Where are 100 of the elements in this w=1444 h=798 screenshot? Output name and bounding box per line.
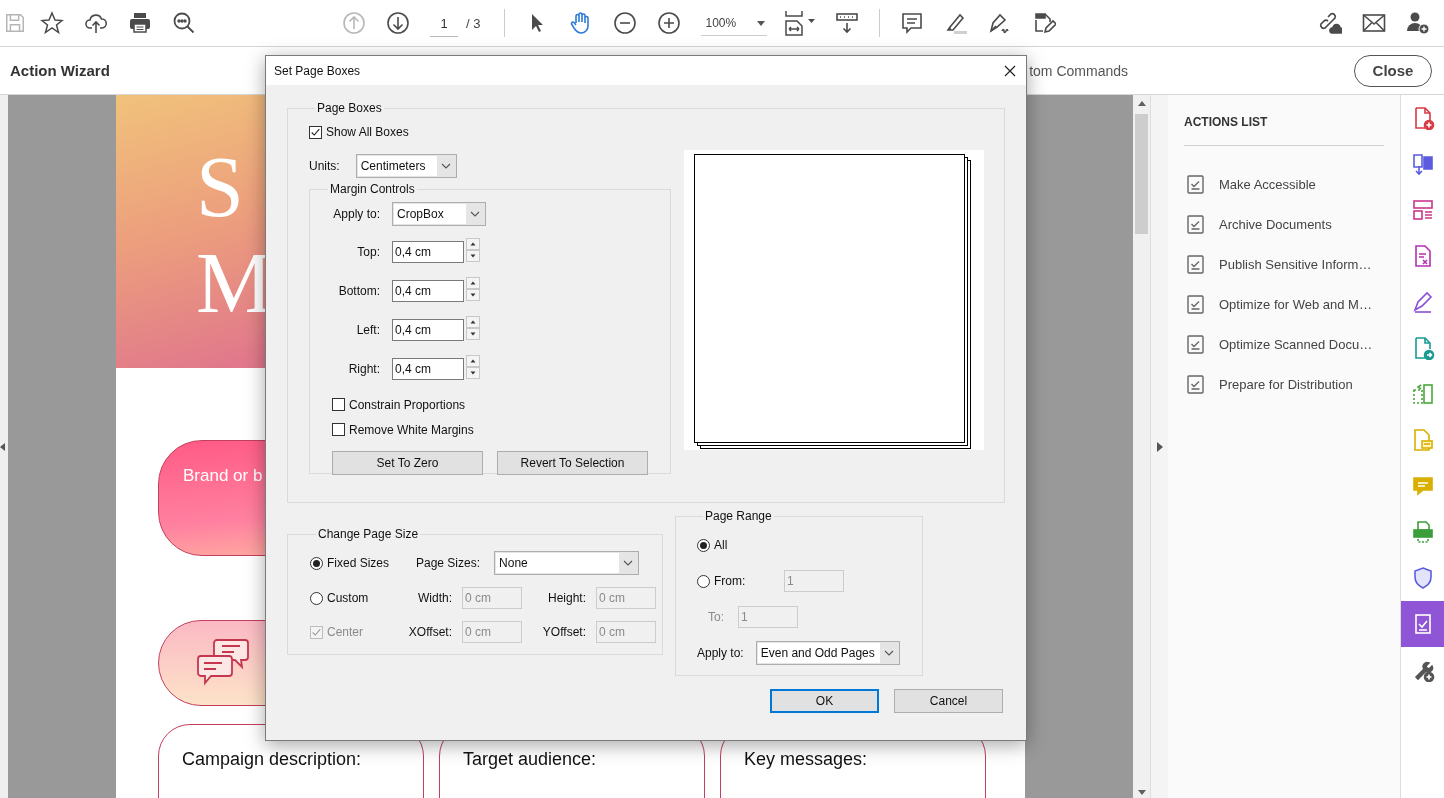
page-count: / 3 bbox=[466, 15, 481, 31]
zoom-dropdown[interactable]: 100% bbox=[701, 10, 768, 36]
scroll-mode-icon[interactable] bbox=[835, 11, 860, 35]
search-icon[interactable] bbox=[172, 11, 196, 35]
card-heading: Target audience: bbox=[463, 749, 597, 769]
dropdown[interactable]: CropBox bbox=[392, 202, 486, 226]
action-item[interactable]: Make Accessible bbox=[1219, 176, 1316, 192]
scroll-up-icon[interactable] bbox=[1137, 101, 1146, 106]
mail-icon[interactable] bbox=[1362, 11, 1386, 35]
expand-arrow-icon[interactable] bbox=[1156, 441, 1163, 452]
field-label: To: bbox=[708, 610, 725, 624]
dialog-title: Set Page Boxes bbox=[274, 63, 361, 78]
spinner[interactable] bbox=[466, 277, 480, 304]
dialog-button[interactable]: Cancel bbox=[894, 689, 1003, 713]
checklist-icon[interactable] bbox=[1187, 214, 1204, 234]
input-field[interactable]: 0,4 cm bbox=[392, 357, 464, 380]
field-label: YOffset: bbox=[541, 625, 586, 639]
field-label: Width: bbox=[417, 591, 452, 605]
checkbox-label: Constrain Proportions bbox=[349, 397, 466, 412]
caret-icon bbox=[757, 20, 766, 26]
dropdown[interactable]: Centimeters bbox=[355, 154, 457, 178]
comment-icon[interactable] bbox=[900, 11, 925, 35]
input-field[interactable]: 0,4 cm bbox=[392, 318, 464, 341]
field-label: Page Sizes: bbox=[416, 556, 481, 570]
layout-icon[interactable] bbox=[1410, 198, 1435, 222]
link-cloud-icon[interactable] bbox=[1318, 11, 1342, 35]
input-field[interactable]: 0,4 cm bbox=[392, 279, 464, 302]
caret-icon bbox=[440, 163, 451, 169]
dialog-button[interactable]: Set To Zero bbox=[332, 451, 483, 475]
dropdown[interactable]: None bbox=[494, 551, 640, 575]
card-heading: Key messages: bbox=[744, 749, 868, 769]
scroll-thumb[interactable] bbox=[1135, 114, 1148, 234]
field-label: Bottom: bbox=[337, 283, 380, 298]
close-icon[interactable] bbox=[1004, 64, 1016, 77]
radio-button[interactable] bbox=[310, 591, 323, 605]
radio-button[interactable] bbox=[697, 538, 710, 552]
checkbox[interactable] bbox=[309, 125, 322, 139]
zoom-in-icon[interactable] bbox=[657, 11, 682, 35]
page-number-field[interactable]: 1 bbox=[430, 9, 458, 37]
hero-letter: S bbox=[196, 139, 244, 235]
caret-icon bbox=[883, 650, 894, 656]
action-item[interactable]: Optimize for Web and M… bbox=[1219, 296, 1372, 312]
checklist-icon[interactable] bbox=[1187, 334, 1204, 354]
star-icon[interactable] bbox=[40, 11, 64, 35]
documents-arrow-icon[interactable] bbox=[1410, 152, 1435, 176]
dropdown[interactable]: Even and Odd Pages bbox=[755, 641, 900, 665]
panel-heading: ACTIONS LIST bbox=[1184, 115, 1269, 131]
field-label: Left: bbox=[355, 322, 380, 337]
checklist-icon[interactable] bbox=[1187, 254, 1204, 274]
radio-label: Custom bbox=[327, 591, 369, 605]
field-label: Units: bbox=[309, 159, 340, 173]
action-item[interactable]: Prepare for Distribution bbox=[1219, 376, 1353, 392]
group-title: Page Range bbox=[704, 509, 773, 523]
close-button[interactable]: Close bbox=[1354, 54, 1432, 87]
spinner[interactable] bbox=[466, 238, 480, 265]
scroll-down-icon[interactable] bbox=[1137, 790, 1146, 795]
banner-text: Brand or b bbox=[183, 466, 263, 485]
action-item[interactable]: Archive Documents bbox=[1219, 216, 1332, 232]
checkbox-label: Show All Boxes bbox=[326, 125, 409, 139]
checklist-icon[interactable] bbox=[1187, 374, 1204, 394]
dialog-button[interactable]: OK bbox=[770, 689, 879, 713]
group-title: Page Boxes bbox=[316, 101, 383, 115]
spinner[interactable] bbox=[466, 316, 480, 343]
field-label: XOffset: bbox=[407, 625, 452, 639]
zoom-out-icon[interactable] bbox=[613, 11, 638, 35]
group-title: Change Page Size bbox=[317, 527, 420, 541]
caret-icon bbox=[623, 560, 634, 566]
collapse-arrow-icon[interactable] bbox=[0, 442, 5, 451]
spinner[interactable] bbox=[466, 355, 480, 382]
field-label: Apply to: bbox=[697, 646, 744, 660]
checkbox-label: Center bbox=[327, 625, 364, 639]
page-fit-icon[interactable] bbox=[783, 10, 818, 36]
radio-button[interactable] bbox=[310, 556, 323, 570]
radio-label: Fixed Sizes bbox=[327, 556, 390, 570]
command-label[interactable]: tom Commands bbox=[1029, 62, 1128, 79]
edit-document-icon[interactable] bbox=[1032, 11, 1057, 35]
hero-letter: M bbox=[196, 235, 273, 331]
action-item[interactable]: Publish Sensitive Inform… bbox=[1219, 256, 1372, 272]
panel-title: Action Wizard bbox=[10, 62, 110, 79]
add-user-icon[interactable] bbox=[1406, 11, 1430, 35]
checkbox[interactable] bbox=[332, 423, 345, 436]
printer-icon[interactable] bbox=[128, 11, 152, 35]
card-heading: Campaign description: bbox=[182, 749, 362, 769]
pages-icon[interactable] bbox=[1410, 382, 1435, 406]
action-item[interactable]: Optimize Scanned Docu… bbox=[1219, 336, 1373, 352]
checklist-icon[interactable] bbox=[1187, 294, 1204, 314]
tool-button[interactable] bbox=[1401, 601, 1444, 647]
highlighter-icon[interactable] bbox=[944, 11, 969, 35]
arrow-down-icon[interactable] bbox=[386, 11, 410, 35]
checkbox[interactable] bbox=[332, 398, 345, 411]
field-label: Height: bbox=[546, 591, 586, 605]
checklist-icon[interactable] bbox=[1187, 174, 1204, 194]
input-field[interactable]: 0,4 cm bbox=[392, 240, 464, 263]
dialog-button[interactable]: Revert To Selection bbox=[497, 451, 648, 475]
radio-button[interactable] bbox=[697, 574, 710, 588]
scrollbar[interactable] bbox=[1133, 95, 1150, 798]
cloud-upload-icon[interactable] bbox=[84, 11, 108, 35]
group-title: Margin Controls bbox=[329, 182, 416, 196]
field-label: Top: bbox=[356, 244, 380, 259]
caret-icon bbox=[470, 211, 480, 217]
